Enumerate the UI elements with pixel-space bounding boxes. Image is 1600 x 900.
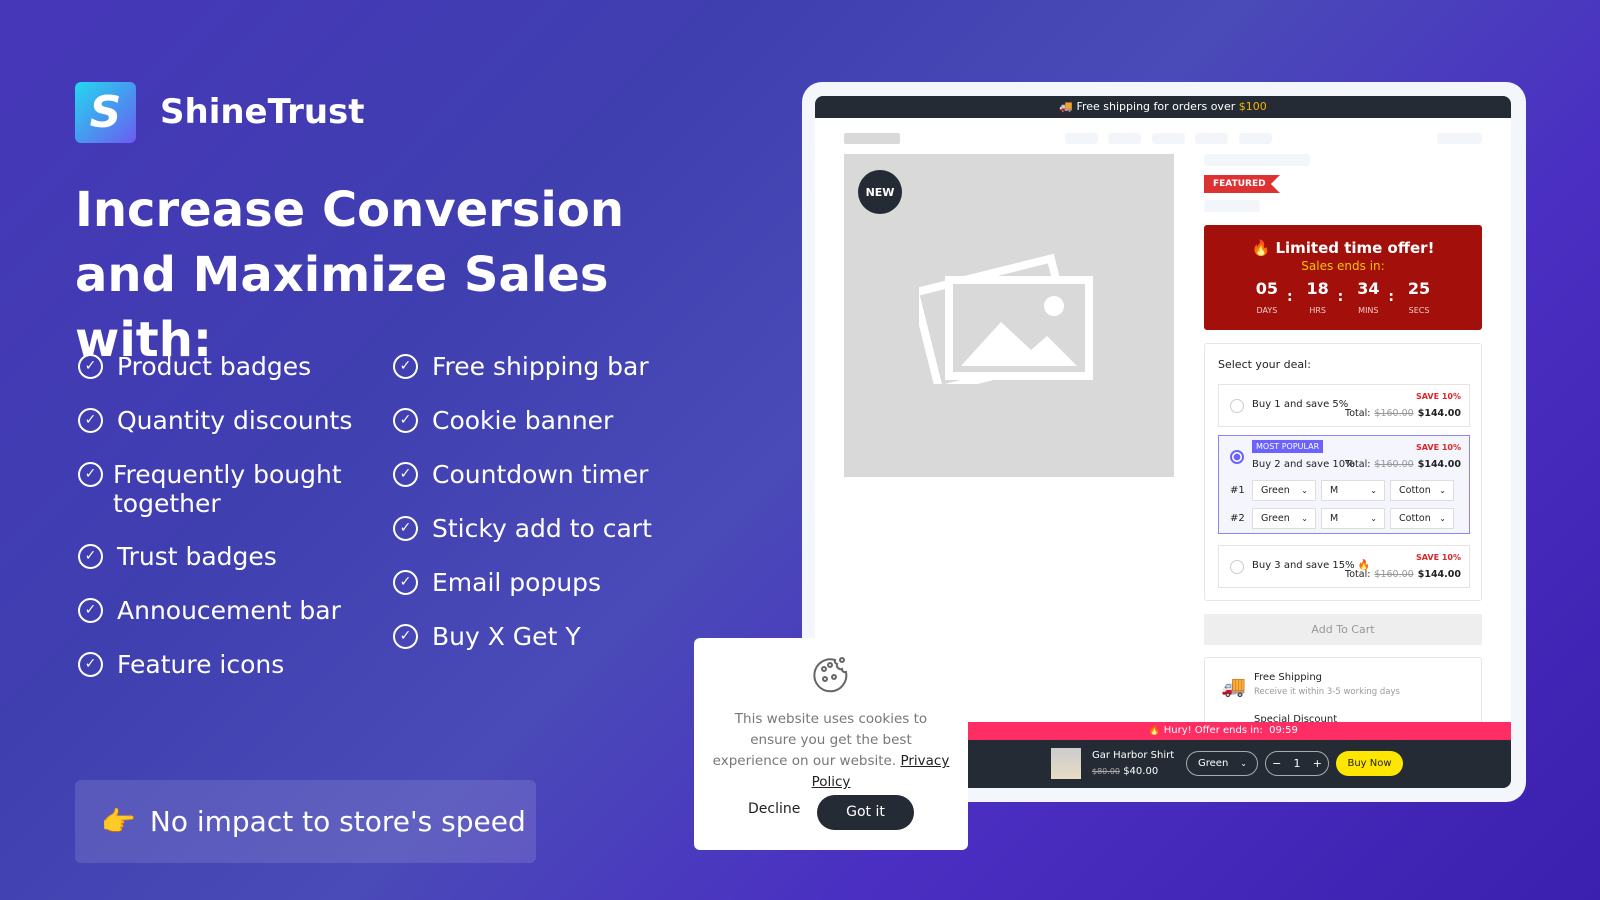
countdown-minutes: 34 MINS (1357, 279, 1380, 315)
size-select[interactable]: M ⌄ (1321, 480, 1385, 501)
nav-placeholder (1065, 133, 1098, 144)
nav-placeholder (1195, 133, 1228, 144)
material-select[interactable]: Cotton ⌄ (1390, 480, 1454, 501)
product-thumbnail (1051, 748, 1081, 779)
deal-option-selected[interactable]: MOST POPULAR Buy 2 and save 10% SAVE 10%… (1218, 435, 1470, 534)
plus-icon[interactable]: + (1313, 752, 1322, 775)
material-select[interactable]: Cotton ⌄ (1390, 508, 1454, 529)
countdown-days: 05 DAYS (1255, 279, 1279, 315)
color-select[interactable]: Green ⌄ (1252, 508, 1316, 529)
check-icon: ✓ (393, 516, 418, 541)
radio-button[interactable] (1230, 399, 1244, 413)
color-select[interactable]: Green ⌄ (1252, 480, 1316, 501)
nav-placeholder (1152, 133, 1185, 144)
cookie-icon (813, 657, 848, 693)
feature-item: ✓ Feature icons (78, 650, 352, 704)
pointing-hand-icon: 👉 (101, 805, 136, 838)
check-icon: ✓ (78, 462, 103, 487)
headline: Increase Conversion and Maximize Sales w… (75, 182, 624, 368)
feature-item: ✓ Quantity discounts (78, 406, 352, 460)
radio-button[interactable] (1230, 560, 1244, 574)
check-icon: ✓ (393, 462, 418, 487)
logo-placeholder (844, 133, 900, 144)
free-shipping-bar: 🚚 Free shipping for orders over $100 (815, 96, 1511, 118)
check-icon: ✓ (393, 408, 418, 433)
size-select[interactable]: M ⌄ (1321, 508, 1385, 529)
feature-item: ✓ Cookie banner (393, 406, 652, 460)
add-to-cart-button[interactable]: Add To Cart (1204, 614, 1482, 645)
shinetrust-logo: S (75, 82, 136, 143)
countdown-timer: 🔥 Limited time offer! Sales ends in: 05 D… (1204, 225, 1482, 330)
title-placeholder (1204, 154, 1310, 166)
deal-option[interactable]: Buy 1 and save 5% SAVE 10% Total: $160.00… (1218, 384, 1470, 427)
feature-item: ✓ Buy X Get Y (393, 622, 652, 676)
feature-item: ✓ Free shipping bar (393, 352, 652, 406)
feature-item: ✓ Product badges (78, 352, 352, 406)
countdown-seconds: 25 SECS (1407, 279, 1431, 315)
features-right: ✓ Free shipping bar ✓ Cookie banner ✓ Count… (393, 352, 652, 676)
price-placeholder (1204, 200, 1260, 212)
accept-cookies-button[interactable]: Got it (817, 795, 914, 830)
check-icon: ✓ (78, 544, 103, 569)
cookie-banner: This website uses cookies to ensure you … (694, 638, 968, 850)
featured-badge: FEATURED (1204, 175, 1280, 193)
feature-item: ✓ Countdown timer (393, 460, 652, 514)
nav-placeholder (1108, 133, 1141, 144)
product-image: NEW (844, 154, 1174, 477)
check-icon: ✓ (393, 624, 418, 649)
quantity-discount: Select your deal: Buy 1 and save 5% SAVE… (1204, 343, 1482, 601)
countdown-hours: 18 HRS (1306, 279, 1329, 315)
brand-name: ShineTrust (160, 92, 365, 132)
quantity-stepper[interactable]: −1 + (1265, 751, 1329, 776)
check-icon: ✓ (393, 354, 418, 379)
truck-icon: 🚚 (1059, 100, 1073, 113)
feature-item: ✓ Frequently bought together (78, 460, 348, 542)
new-badge: NEW (858, 170, 902, 214)
variant-select[interactable]: Green ⌄ (1186, 751, 1258, 776)
deal-option[interactable]: Buy 3 and save 15% 🔥 SAVE 10% Total: $160… (1218, 545, 1470, 588)
cart-placeholder (1437, 133, 1482, 144)
features-left: ✓ Product badges ✓ Quantity discounts ✓ Fre… (78, 352, 352, 704)
feature-item: ✓ Email popups (393, 568, 652, 622)
feature-item: ✓ Annoucement bar (78, 596, 352, 650)
minus-icon[interactable]: − (1272, 752, 1281, 775)
feature-item: ✓ Sticky add to cart (393, 514, 652, 568)
feature-item: ✓ Trust badges (78, 542, 352, 596)
check-icon: ✓ (78, 408, 103, 433)
radio-button-selected[interactable] (1230, 450, 1244, 464)
check-icon: ✓ (78, 652, 103, 677)
check-icon: ✓ (78, 598, 103, 623)
most-popular-badge: MOST POPULAR (1252, 440, 1324, 453)
buy-now-button[interactable]: Buy Now (1336, 751, 1403, 776)
nav-placeholder (1239, 133, 1272, 144)
speed-callout: 👉 No impact to store's speed (75, 780, 536, 863)
truck-icon: 🚚 (1221, 674, 1246, 698)
decline-button[interactable]: Decline (748, 801, 800, 817)
image-placeholder-icon (919, 253, 1093, 384)
check-icon: ✓ (78, 354, 103, 379)
check-icon: ✓ (393, 570, 418, 595)
